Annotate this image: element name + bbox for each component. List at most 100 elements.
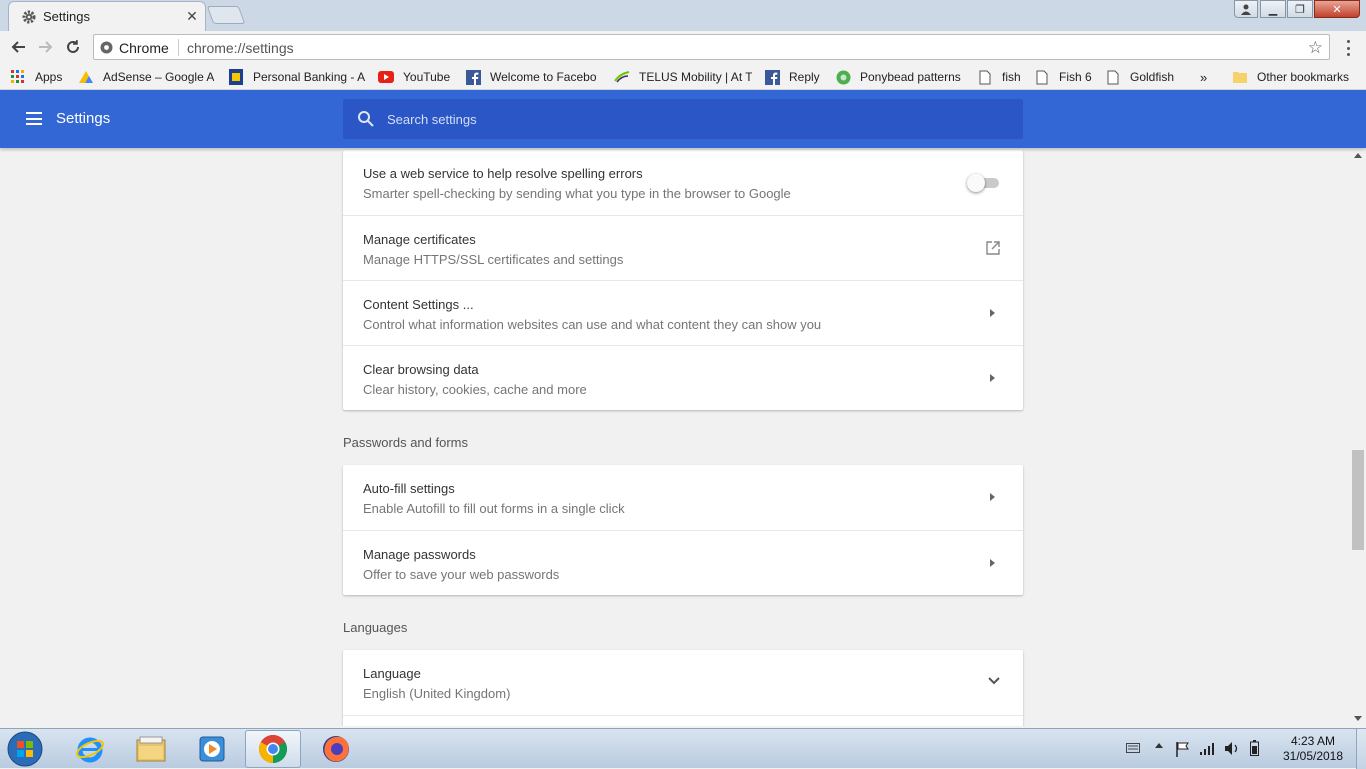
tab-title: Settings bbox=[43, 9, 90, 24]
action-center-flag-icon[interactable] bbox=[1176, 741, 1190, 757]
setting-row-manage-certificates[interactable]: Manage certificates Manage HTTPS/SSL cer… bbox=[343, 215, 1023, 280]
youtube-icon bbox=[378, 69, 394, 85]
bookmark-adsense[interactable]: AdSense – Google A bbox=[78, 68, 214, 86]
chrome-menu-button[interactable] bbox=[1342, 38, 1354, 58]
scroll-down-icon[interactable] bbox=[1354, 716, 1362, 721]
menu-icon[interactable] bbox=[26, 112, 42, 125]
back-button[interactable] bbox=[8, 37, 28, 57]
taskbar-media-player[interactable] bbox=[184, 730, 240, 768]
internet-explorer-icon bbox=[76, 737, 104, 763]
address-bar[interactable]: Chrome chrome://settings ☆ bbox=[93, 34, 1330, 60]
arrow-right-icon bbox=[990, 559, 995, 567]
section-title-languages: Languages bbox=[343, 620, 408, 635]
new-tab-button[interactable] bbox=[206, 6, 246, 24]
page-icon bbox=[1034, 69, 1050, 85]
setting-description: Clear history, cookies, cache and more bbox=[363, 382, 587, 397]
bank-icon bbox=[228, 69, 244, 85]
setting-label: Auto-fill settings bbox=[363, 481, 455, 496]
apps-grid-icon bbox=[10, 69, 26, 85]
taskbar-chrome[interactable] bbox=[245, 730, 301, 768]
bookmark-fish-6[interactable]: Fish 6 bbox=[1034, 68, 1096, 86]
tab-settings[interactable]: Settings ✕ bbox=[8, 1, 206, 31]
setting-description: Smarter spell-checking by sending what y… bbox=[363, 186, 791, 201]
taskbar-file-explorer[interactable] bbox=[123, 730, 179, 768]
show-desktop-button[interactable] bbox=[1356, 729, 1366, 769]
system-tray bbox=[1120, 729, 1290, 769]
bookmark-star-icon[interactable]: ☆ bbox=[1308, 38, 1323, 58]
bookmarks-overflow-button[interactable]: » bbox=[1200, 68, 1214, 86]
setting-label: Use a web service to help resolve spelli… bbox=[363, 166, 643, 181]
windows-taskbar: 4:23 AM 31/05/2018 bbox=[0, 728, 1366, 769]
setting-row-spelling-service[interactable]: Use a web service to help resolve spelli… bbox=[343, 150, 1023, 215]
taskbar-internet-explorer[interactable] bbox=[62, 730, 118, 768]
tray-expand-icon[interactable] bbox=[1155, 743, 1163, 748]
facebook-icon bbox=[465, 69, 481, 85]
address-separator bbox=[178, 39, 179, 56]
arrow-right-icon bbox=[990, 374, 995, 382]
clock-date: 31/05/2018 bbox=[1282, 749, 1344, 763]
search-input[interactable] bbox=[387, 109, 987, 129]
address-scheme: Chrome bbox=[119, 40, 169, 56]
settings-header: Settings bbox=[0, 90, 1366, 148]
maximize-button[interactable]: ❐ bbox=[1287, 0, 1313, 18]
bookmark-ponybead[interactable]: Ponybead patterns bbox=[835, 68, 967, 86]
search-box[interactable] bbox=[343, 99, 1023, 139]
open-external-icon[interactable] bbox=[985, 240, 1001, 256]
telus-icon bbox=[614, 69, 630, 85]
file-explorer-icon bbox=[136, 736, 166, 762]
scroll-thumb[interactable] bbox=[1352, 450, 1364, 550]
scroll-up-icon[interactable] bbox=[1354, 153, 1362, 158]
user-icon bbox=[1241, 4, 1251, 15]
network-icon[interactable] bbox=[1200, 742, 1216, 755]
bookmark-fish[interactable]: fish bbox=[977, 68, 1027, 86]
setting-label: Content Settings ... bbox=[363, 297, 474, 312]
close-window-button[interactable]: ✕ bbox=[1314, 0, 1360, 18]
reload-icon bbox=[67, 40, 79, 53]
setting-description: Enable Autofill to fill out forms in a s… bbox=[363, 501, 625, 516]
chrome-icon bbox=[259, 735, 287, 763]
setting-label: Manage passwords bbox=[363, 547, 476, 562]
start-button[interactable] bbox=[4, 730, 46, 768]
bookmark-apps[interactable]: Apps bbox=[10, 68, 70, 86]
settings-content: Use a web service to help resolve spelli… bbox=[0, 148, 1350, 726]
taskbar-firefox[interactable] bbox=[308, 730, 364, 768]
taskbar-clock[interactable]: 4:23 AM 31/05/2018 bbox=[1280, 734, 1346, 764]
page-scrollbar[interactable] bbox=[1350, 148, 1366, 726]
bookmark-reply[interactable]: Reply bbox=[764, 68, 826, 86]
forward-button[interactable] bbox=[36, 37, 56, 57]
browser-toolbar: Chrome chrome://settings ☆ bbox=[0, 31, 1366, 63]
setting-description: Manage HTTPS/SSL certificates and settin… bbox=[363, 252, 624, 267]
page-title: Settings bbox=[56, 110, 111, 127]
close-icon: ✕ bbox=[1332, 3, 1342, 16]
arrow-right-icon bbox=[990, 309, 995, 317]
bookmark-other[interactable]: Other bookmarks bbox=[1232, 68, 1356, 86]
bookmark-telus[interactable]: TELUS Mobility | At T bbox=[614, 68, 752, 86]
firefox-icon bbox=[323, 736, 349, 762]
search-icon bbox=[358, 111, 374, 127]
minimize-button[interactable]: ▁ bbox=[1260, 0, 1286, 18]
setting-description: English (United Kingdom) bbox=[363, 686, 511, 701]
spelling-service-toggle[interactable] bbox=[967, 174, 1001, 192]
setting-row-content-settings[interactable]: Content Settings ... Control what inform… bbox=[343, 280, 1023, 345]
setting-row-clear-browsing-data[interactable]: Clear browsing data Clear history, cooki… bbox=[343, 345, 1023, 410]
bookmark-youtube[interactable]: YouTube bbox=[378, 68, 458, 86]
section-title-passwords: Passwords and forms bbox=[343, 435, 468, 450]
reload-button[interactable] bbox=[63, 37, 83, 57]
bookmark-goldfish[interactable]: Goldfish bbox=[1105, 68, 1183, 86]
setting-row-manage-passwords[interactable]: Manage passwords Offer to save your web … bbox=[343, 530, 1023, 595]
bookmark-facebook[interactable]: Welcome to Facebo bbox=[465, 68, 603, 86]
setting-description: Offer to save your web passwords bbox=[363, 567, 560, 582]
battery-icon[interactable] bbox=[1250, 740, 1259, 756]
tab-close-icon[interactable]: ✕ bbox=[185, 8, 199, 25]
setting-label: Language bbox=[363, 666, 421, 681]
gear-icon bbox=[22, 10, 36, 24]
profile-button[interactable] bbox=[1234, 0, 1258, 18]
chevron-down-icon[interactable] bbox=[987, 676, 1001, 686]
bookmarks-bar: Apps AdSense – Google A Personal Banking… bbox=[0, 63, 1366, 90]
keyboard-icon[interactable] bbox=[1126, 743, 1140, 753]
setting-row-language[interactable]: Language English (United Kingdom) bbox=[343, 650, 1023, 715]
setting-row-autofill[interactable]: Auto-fill settings Enable Autofill to fi… bbox=[343, 465, 1023, 530]
bookmark-personal-banking[interactable]: Personal Banking - A bbox=[228, 68, 368, 86]
volume-icon[interactable] bbox=[1224, 741, 1240, 756]
address-url[interactable]: chrome://settings bbox=[187, 40, 294, 56]
